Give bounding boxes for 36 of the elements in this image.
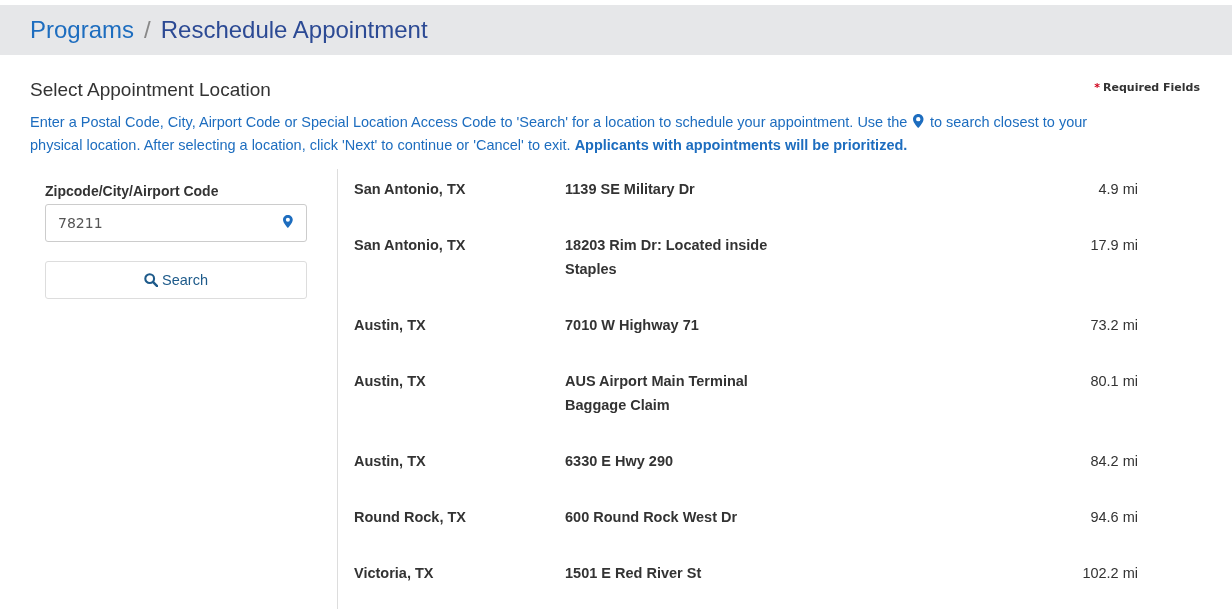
- location-distance: 73.2 mi: [1089, 316, 1139, 335]
- search-icon: [144, 273, 158, 287]
- location-city: Austin, TX: [354, 452, 427, 471]
- zipcode-field[interactable]: 78211: [45, 204, 307, 242]
- breadcrumb-separator: /: [144, 16, 151, 44]
- instructions-text: to search closest to your: [929, 114, 1088, 130]
- location-address: 18203 Rim Dr: Located inside Staples: [565, 236, 769, 279]
- section-title: Select Appointment Location: [30, 79, 271, 101]
- instructions-text: physical location. After selecting a location, click 'Next' to continue or 'Cancel' to exit.: [30, 137, 571, 153]
- location-city: San Antonio, TX: [354, 180, 467, 199]
- location-distance: 80.1 mi: [1089, 372, 1139, 391]
- search-button[interactable]: Search: [45, 261, 307, 299]
- location-address: 1501 E Red River St: [565, 564, 703, 583]
- location-distance: 84.2 mi: [1089, 452, 1139, 471]
- priority-notice: Applicants with appointments will be prioritized.: [574, 137, 908, 153]
- location-address: 1139 SE Military Dr: [565, 180, 696, 199]
- location-address: 600 Round Rock West Dr: [565, 508, 739, 527]
- location-city: Victoria, TX: [354, 564, 435, 583]
- location-city: Austin, TX: [354, 372, 427, 391]
- page-title: Reschedule Appointment: [160, 16, 428, 44]
- location-distance: 102.2 mi: [1081, 564, 1139, 583]
- location-distance: 17.9 mi: [1089, 236, 1139, 255]
- map-pin-icon: [283, 215, 293, 228]
- location-city: Round Rock, TX: [354, 508, 467, 527]
- breadcrumb-link[interactable]: Programs: [30, 16, 135, 44]
- location-distance: 94.6 mi: [1089, 508, 1139, 527]
- location-city: San Antonio, TX: [354, 236, 467, 255]
- required-fields-note: * Required Fields: [1094, 81, 1200, 94]
- map-pin-icon: [913, 114, 924, 128]
- location-city: Austin, TX: [354, 316, 427, 335]
- location-address: AUS Airport Main Terminal Baggage Claim: [565, 372, 749, 415]
- location-distance: 4.9 mi: [1097, 180, 1139, 199]
- field-label: Zipcode/City/Airport Code: [45, 183, 220, 199]
- instructions-text: Enter a Postal Code, City, Airport Code or Special Location Access Code to 'Search' for a location to schedule your appointment. Use the: [30, 114, 908, 130]
- location-address: 7010 W Highway 71: [565, 316, 700, 335]
- location-address: 6330 E Hwy 290: [565, 452, 675, 471]
